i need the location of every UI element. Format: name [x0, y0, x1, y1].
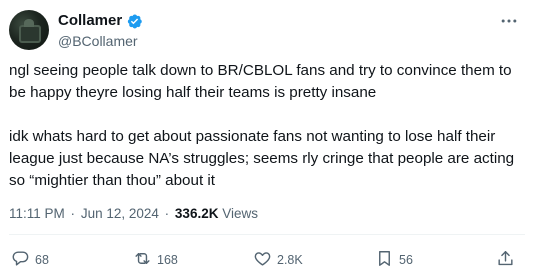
like-count: 2.8K [277, 253, 303, 267]
bookmark-count: 56 [399, 253, 413, 267]
repost-button[interactable]: 168 [133, 249, 178, 271]
reply-count: 68 [35, 253, 49, 267]
display-name[interactable]: Collamer [58, 12, 122, 30]
views-count: 336.2K [174, 206, 219, 221]
meta-separator: · [70, 206, 76, 221]
action-bar: 68 168 2.8K 56 [9, 249, 525, 271]
tweet-date[interactable]: Jun 12, 2024 [81, 206, 159, 221]
bookmark-icon [375, 249, 394, 271]
tweet-paragraph: idk whats hard to get about passionate f… [9, 128, 519, 189]
tweet-card: Collamer @BCollamer ngl seeing people ta… [0, 0, 534, 279]
avatar[interactable] [9, 10, 49, 50]
share-button[interactable] [496, 249, 515, 271]
like-button[interactable]: 2.8K [253, 249, 303, 271]
author-name-row: Collamer [58, 12, 143, 30]
more-horizontal-icon[interactable] [498, 12, 520, 30]
tweet-paragraph: ngl seeing people talk down to BR/CBLOL … [9, 62, 516, 101]
verified-badge-icon [126, 13, 143, 30]
reply-icon [11, 249, 30, 271]
tweet-text: ngl seeing people talk down to BR/CBLOL … [9, 60, 524, 192]
repost-count: 168 [157, 253, 178, 267]
reply-button[interactable]: 68 [11, 249, 49, 271]
meta-separator: · [164, 206, 170, 221]
heart-icon [253, 249, 272, 271]
tweet-time[interactable]: 11:11 PM [9, 206, 65, 221]
repost-icon [133, 249, 152, 271]
bookmark-button[interactable]: 56 [375, 249, 413, 271]
divider [9, 234, 525, 235]
views-label: Views [222, 206, 259, 221]
share-icon [496, 249, 515, 271]
author-handle[interactable]: @BCollamer [58, 32, 138, 50]
tweet-meta: 11:11 PM · Jun 12, 2024 · 336.2K Views [9, 205, 258, 223]
